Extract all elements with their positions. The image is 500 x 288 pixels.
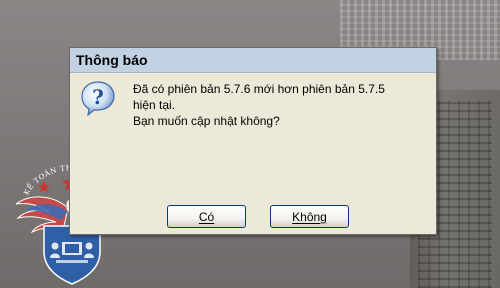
- svg-text:?: ?: [92, 85, 104, 109]
- yes-button[interactable]: Có: [167, 205, 246, 228]
- yes-button-label: Có: [198, 209, 215, 224]
- dialog-title-bar[interactable]: Thông báo: [70, 48, 436, 73]
- message-line: hiện tại.: [133, 98, 176, 112]
- message-line: Đã có phiên bản 5.7.6 mới hơn phiên bản …: [133, 82, 385, 96]
- no-button[interactable]: Không: [270, 205, 349, 228]
- update-dialog: Thông báo ? Đã có phiên bản 5.7.6 mới hơ…: [69, 47, 437, 235]
- no-button-label: Không: [292, 209, 327, 224]
- dialog-message: Đã có phiên bản 5.7.6 mới hơn phiên bản …: [133, 81, 433, 129]
- question-icon: ?: [81, 81, 115, 116]
- message-line: Bạn muốn cập nhật không?: [133, 114, 280, 128]
- dialog-title: Thông báo: [76, 52, 148, 68]
